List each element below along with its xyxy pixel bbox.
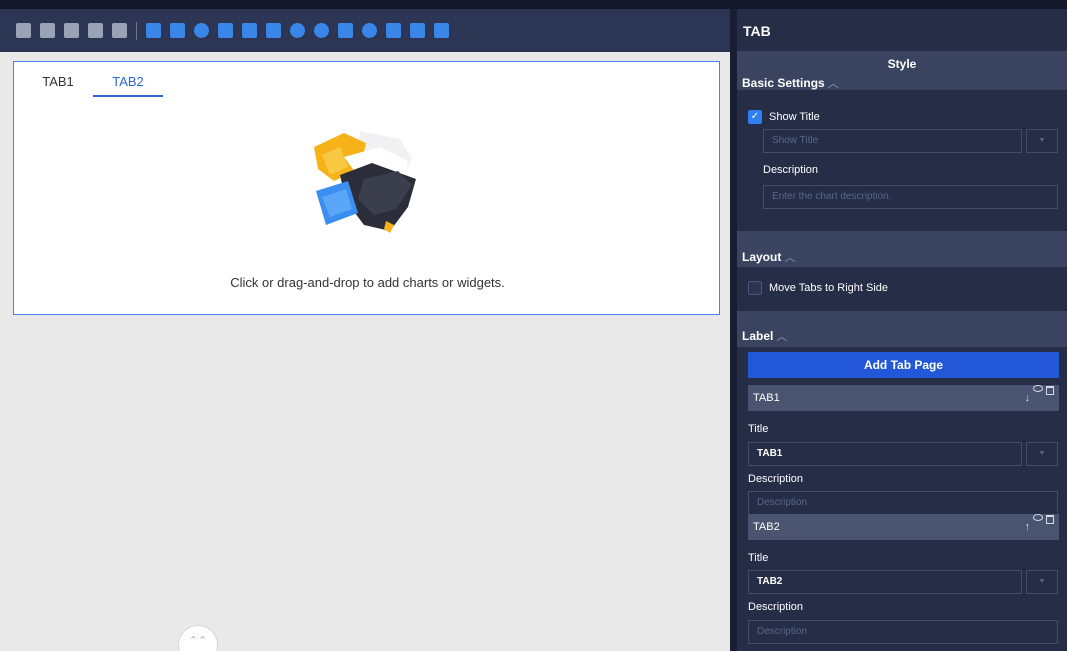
basic-settings-header[interactable]: Basic Settings ︿ [742, 75, 839, 91]
move-tabs-checkbox[interactable] [748, 281, 762, 295]
image-icon[interactable] [112, 23, 127, 38]
arrow-up-icon[interactable]: ↑ [1025, 514, 1031, 540]
map-icon[interactable] [242, 23, 257, 38]
tab-title-label: Title [748, 423, 769, 435]
layout-header[interactable]: Layout ︿ [742, 249, 795, 265]
bubble-icon[interactable] [314, 23, 329, 38]
tab-title-input[interactable]: TAB1 [748, 442, 1022, 466]
toolbar-divider [136, 21, 137, 40]
table-icon[interactable] [218, 23, 233, 38]
tab-tab2[interactable]: TAB2 [93, 73, 163, 97]
chevron-up-icon[interactable]: ︿ [828, 78, 839, 90]
card-icon[interactable] [386, 23, 401, 38]
chevron-up-icon[interactable]: ︿ [784, 252, 795, 264]
tree-icon[interactable] [434, 23, 449, 38]
label-label: Label [742, 329, 774, 343]
title-dropdown[interactable]: ▼ [1026, 129, 1058, 153]
tab-style[interactable]: Style [737, 57, 1067, 71]
query-icon[interactable] [16, 23, 31, 38]
description-input[interactable]: Enter the chart description. [763, 185, 1058, 209]
list-icon[interactable] [266, 23, 281, 38]
label-header[interactable]: Label ︿ [742, 328, 787, 344]
show-title-label: Show Title [769, 111, 820, 123]
gauge-icon[interactable] [290, 23, 305, 38]
layout-label: Layout [742, 250, 782, 264]
title-input[interactable]: Show Title [763, 129, 1022, 153]
tab-description-input[interactable]: Description [748, 491, 1058, 515]
eye-hide-icon[interactable] [1033, 514, 1043, 521]
filter-icon[interactable] [410, 23, 425, 38]
tab-tab1[interactable]: TAB1 [39, 73, 77, 97]
tab-widget[interactable]: TAB1 TAB2 Click or drag-and-drop to add … [13, 61, 720, 315]
pie-chart-icon[interactable] [194, 23, 209, 38]
settings-panel: TAB Style Basic Settings ︿ ✓ Show Title S… [737, 9, 1067, 651]
tab-title-dropdown[interactable]: ▼ [1026, 442, 1058, 466]
funnel-icon[interactable] [338, 23, 353, 38]
tab-item-row[interactable]: TAB1 ↓ [748, 385, 1059, 411]
link-icon[interactable] [64, 23, 79, 38]
move-tabs-label: Move Tabs to Right Side [769, 282, 889, 294]
arrow-down-icon[interactable]: ↓ [1025, 385, 1031, 411]
line-chart-icon[interactable] [146, 23, 161, 38]
trash-icon[interactable] [1046, 515, 1054, 524]
chevron-up-icon[interactable]: ︿ [776, 331, 787, 343]
tab-item-name: TAB1 [753, 392, 780, 404]
video-icon[interactable] [88, 23, 103, 38]
tab-description-label: Description [748, 601, 804, 613]
trash-icon[interactable] [1046, 386, 1054, 395]
widget-toolbar [0, 9, 730, 52]
tab-item-name: TAB2 [753, 521, 780, 533]
tab-item-row[interactable]: TAB2 ↑ [748, 514, 1059, 540]
style-section-header[interactable]: Style Basic Settings ︿ [737, 51, 1067, 90]
tab-title-label: Title [748, 552, 769, 564]
label-section-header[interactable]: Label ︿ [737, 311, 1067, 347]
tab-title-dropdown[interactable]: ▼ [1026, 570, 1058, 594]
top-border [0, 0, 1067, 9]
add-tab-page-button[interactable]: Add Tab Page [748, 352, 1059, 378]
panel-title: TAB [743, 23, 771, 39]
text-icon[interactable] [40, 23, 55, 38]
tab-description-input[interactable]: Description [748, 620, 1058, 644]
layout-section-header[interactable]: Layout ︿ [737, 231, 1067, 267]
tab-title-input[interactable]: TAB2 [748, 570, 1022, 594]
basic-settings-label: Basic Settings [742, 76, 825, 90]
tab-description-label: Description [748, 473, 804, 485]
radar-icon[interactable] [362, 23, 377, 38]
description-label: Description [763, 164, 819, 176]
bar-chart-icon[interactable] [170, 23, 185, 38]
empty-state-illustration [314, 131, 416, 233]
eye-hide-icon[interactable] [1033, 385, 1043, 392]
panel-separator [730, 9, 737, 651]
show-title-checkbox[interactable]: ✓ [748, 110, 762, 124]
empty-state-message[interactable]: Click or drag-and-drop to add charts or … [14, 275, 721, 290]
